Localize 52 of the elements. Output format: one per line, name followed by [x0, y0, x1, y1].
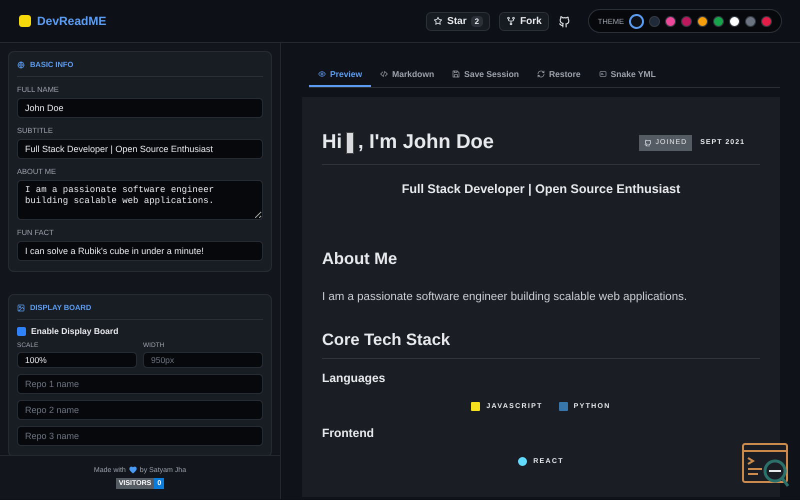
terminal-search-icon[interactable] [742, 443, 790, 489]
eye-icon [318, 70, 326, 78]
subtitle: Full Stack Developer | Open Source Enthusiast [400, 182, 682, 196]
theme-swatch[interactable] [665, 16, 676, 26]
input-field[interactable]: John Doe [17, 98, 263, 118]
tab[interactable]: Save Session [443, 63, 528, 87]
tab[interactable]: Restore [528, 63, 590, 87]
input-field[interactable]: 950px [143, 352, 263, 368]
input-field[interactable]: Repo 2 name [17, 400, 263, 420]
theme-swatch[interactable] [729, 16, 740, 26]
input-field[interactable]: Repo 1 name [17, 374, 263, 394]
section-heading: About Me [322, 250, 398, 269]
theme-swatch[interactable] [713, 16, 724, 26]
app-name: DevReadME [37, 14, 106, 28]
refresh-icon [536, 70, 545, 78]
group-heading: Frontend [322, 426, 375, 440]
tab[interactable]: Markdown [371, 63, 444, 87]
theme-swatch[interactable] [761, 16, 772, 26]
fork-button[interactable]: Fork [499, 12, 549, 30]
theme-swatch[interactable] [629, 14, 644, 28]
input-field[interactable]: Full Stack Developer | Open Source Enthusiast [17, 139, 263, 159]
tab[interactable]: Snake YML [590, 63, 665, 87]
about-text: I am a passionate software engineer building scalable web applications. [322, 291, 688, 303]
heart-icon [128, 466, 137, 474]
fork-icon [506, 16, 516, 26]
star-button[interactable]: Star 2 [426, 12, 490, 30]
input-field[interactable]: Repo 3 name [17, 426, 263, 446]
github-icon [644, 138, 652, 146]
theme-swatch[interactable] [745, 16, 756, 26]
input-field[interactable]: 100% [17, 352, 137, 368]
code-icon [380, 70, 388, 78]
star-count: 2 [470, 16, 484, 26]
group-heading: Languages [322, 371, 386, 385]
star-icon [433, 16, 444, 26]
theme-swatch[interactable] [697, 16, 708, 26]
greeting-heading: Hi [322, 131, 342, 154]
floppy-disk-icon [452, 70, 460, 78]
image-icon [17, 304, 25, 312]
theme-swatch[interactable] [649, 16, 660, 26]
github-icon[interactable] [558, 14, 571, 28]
globe-icon [17, 60, 25, 68]
tab[interactable]: Preview [309, 63, 372, 87]
checkbox-label: Enable Display Board [31, 326, 118, 336]
logo-icon [19, 15, 31, 27]
theme-swatch[interactable] [681, 16, 692, 26]
card-icon [598, 70, 607, 78]
greeting-heading: , I'm John Doe [358, 131, 494, 154]
input-field[interactable]: I can solve a Rubik's cube in under a minute! [17, 241, 263, 261]
text-area[interactable]: I am a passionate software engineer building scalable web applications. [17, 180, 263, 220]
checkbox[interactable] [17, 326, 26, 336]
wave-image [346, 132, 354, 154]
section-heading: Core Tech Stack [322, 331, 760, 359]
